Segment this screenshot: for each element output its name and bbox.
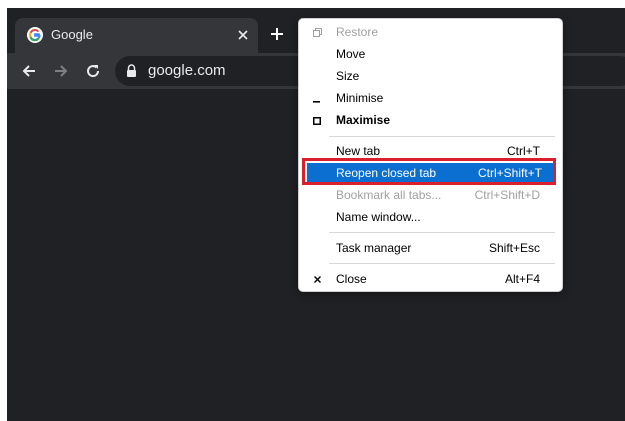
menu-separator	[329, 232, 555, 233]
menu-item-move[interactable]: Move	[299, 44, 562, 65]
tab-google[interactable]: Google	[15, 18, 258, 53]
window-context-menu: Restore Move Size Minimise Maximise New …	[298, 18, 563, 292]
menu-item-shortcut: Ctrl+T	[507, 144, 540, 158]
menu-item-label: Minimise	[336, 91, 384, 105]
menu-item-shortcut: Shift+Esc	[488, 241, 540, 255]
arrow-right-icon[interactable]	[49, 59, 73, 83]
menu-item-close[interactable]: Close Alt+F4	[299, 269, 562, 290]
menu-item-minimise[interactable]: Minimise	[299, 88, 562, 109]
tab-title: Google	[51, 27, 93, 42]
menu-item-shortcut: Ctrl+Shift+T	[477, 166, 542, 180]
maximise-icon	[311, 110, 323, 131]
menu-item-task-manager[interactable]: Task manager Shift+Esc	[299, 238, 562, 259]
menu-item-bookmark-all-tabs[interactable]: Bookmark all tabs... Ctrl+Shift+D	[299, 185, 562, 206]
menu-item-label: Name window...	[336, 210, 421, 224]
menu-item-label: Maximise	[336, 113, 391, 127]
menu-item-label: Reopen closed tab	[336, 166, 437, 180]
restore-icon	[311, 22, 323, 43]
minimise-icon	[311, 88, 323, 109]
url-text: google.com	[148, 62, 226, 79]
menu-item-label: Bookmark all tabs...	[336, 188, 442, 202]
menu-item-restore[interactable]: Restore	[299, 22, 562, 43]
menu-item-label: Restore	[336, 25, 379, 39]
menu-item-shortcut: Ctrl+Shift+D	[474, 188, 540, 202]
lock-icon	[127, 64, 136, 77]
menu-item-reopen-closed-tab[interactable]: Reopen closed tab Ctrl+Shift+T	[307, 163, 556, 184]
menu-item-label: Close	[336, 272, 367, 286]
reload-icon[interactable]	[81, 59, 105, 83]
menu-separator	[329, 136, 555, 137]
menu-item-label: Move	[336, 47, 366, 61]
menu-item-label: New tab	[336, 144, 381, 158]
arrow-left-icon[interactable]	[17, 59, 41, 83]
menu-item-new-tab[interactable]: New tab Ctrl+T	[299, 141, 562, 162]
close-icon[interactable]	[234, 26, 252, 44]
menu-item-maximise[interactable]: Maximise	[299, 110, 562, 131]
menu-item-shortcut: Alt+F4	[504, 272, 540, 286]
close-icon	[311, 269, 323, 290]
menu-item-label: Task manager	[336, 241, 412, 255]
menu-separator	[329, 263, 555, 264]
plus-icon[interactable]	[265, 22, 289, 46]
google-g-icon	[27, 27, 43, 43]
menu-item-name-window[interactable]: Name window...	[299, 207, 562, 228]
menu-item-label: Size	[336, 69, 360, 83]
menu-item-size[interactable]: Size	[299, 66, 562, 87]
